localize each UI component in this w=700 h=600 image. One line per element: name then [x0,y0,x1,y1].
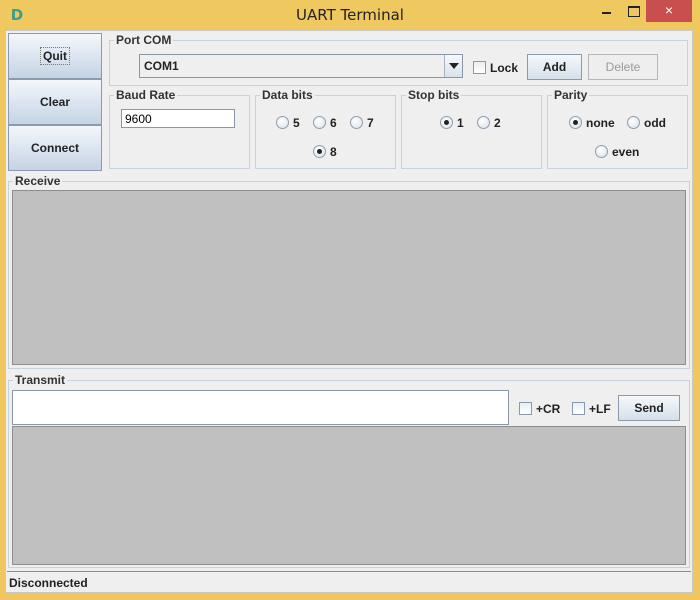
baud-rate-input[interactable] [121,109,235,128]
stop-bits-2-radio[interactable] [477,116,490,129]
lf-checkbox[interactable] [572,402,585,415]
data-bits-group: Data bits [255,88,396,169]
data-bits-legend: Data bits [260,88,315,102]
stop-bits-1-label: 1 [457,116,464,130]
data-bits-5-label: 5 [293,116,300,130]
send-button[interactable]: Send [618,395,680,421]
connect-label: Connect [31,141,79,155]
port-select[interactable]: COM1 [139,54,463,78]
transmit-log-area[interactable] [12,426,686,565]
parity-odd-label: odd [644,116,666,130]
status-bar: Disconnected [7,571,691,592]
clear-button[interactable]: Clear [8,79,102,125]
dropdown-arrow-icon[interactable] [444,55,462,77]
baud-rate-legend: Baud Rate [114,88,178,102]
transmit-legend: Transmit [13,373,68,387]
data-bits-7-label: 7 [367,116,374,130]
receive-text-area[interactable] [12,190,686,365]
stop-bits-group: Stop bits [401,88,542,169]
connect-button[interactable]: Connect [8,125,102,171]
parity-even-radio[interactable] [595,145,608,158]
port-selected-value: COM1 [144,59,179,73]
add-button[interactable]: Add [527,54,582,80]
baud-rate-group: Baud Rate [109,88,250,169]
data-bits-7-radio[interactable] [350,116,363,129]
main-panel: Quit Clear Connect Port COM COM1 Lock Ad… [5,30,693,593]
minimize-button[interactable] [594,0,620,22]
parity-odd-radio[interactable] [627,116,640,129]
data-bits-8-label: 8 [330,145,337,159]
parity-none-label: none [586,116,615,130]
data-bits-5-radio[interactable] [276,116,289,129]
data-bits-8-radio[interactable] [313,145,326,158]
data-bits-6-radio[interactable] [313,116,326,129]
transmit-input[interactable] [12,390,509,425]
close-button[interactable]: × [646,0,692,22]
lock-label: Lock [490,61,519,75]
delete-button[interactable]: Delete [588,54,658,80]
status-text: Disconnected [9,576,88,590]
stop-bits-2-label: 2 [494,116,501,130]
receive-legend: Receive [13,174,63,188]
maximize-button[interactable] [620,0,646,22]
cr-checkbox[interactable] [519,402,532,415]
parity-none-radio[interactable] [569,116,582,129]
lock-checkbox[interactable] [473,61,486,74]
cr-label: +CR [536,402,561,416]
quit-label: Quit [40,47,70,65]
stop-bits-legend: Stop bits [406,88,462,102]
parity-even-label: even [612,145,640,159]
close-icon: × [664,2,674,18]
stop-bits-1-radio[interactable] [440,116,453,129]
quit-button[interactable]: Quit [8,33,102,79]
clear-label: Clear [39,95,71,109]
data-bits-6-label: 6 [330,116,337,130]
port-com-legend: Port COM [114,33,174,47]
title-bar: D UART Terminal × [0,0,700,30]
parity-legend: Parity [552,88,590,102]
lf-label: +LF [589,402,611,416]
